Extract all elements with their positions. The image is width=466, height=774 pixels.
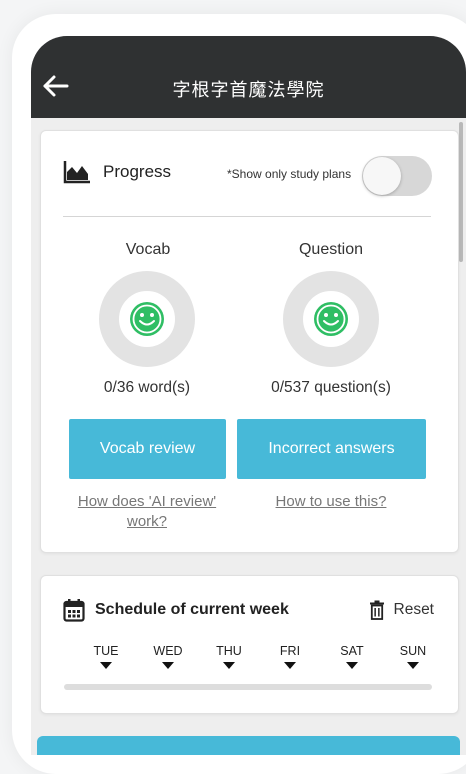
- how-to-use-link[interactable]: How to use this?: [246, 492, 416, 512]
- caret-down-icon: [407, 662, 419, 669]
- day-wed[interactable]: WED: [143, 644, 193, 669]
- progress-header: Progress: [63, 159, 171, 185]
- progress-card: Progress *Show only study plans Vocab Qu…: [40, 130, 459, 553]
- day-label: TUE: [93, 644, 119, 658]
- day-label: SUN: [399, 644, 427, 658]
- schedule-card: Schedule of current week Reset TUE WED T…: [40, 575, 459, 714]
- bottom-action-button[interactable]: [37, 736, 460, 755]
- smiley-icon: [130, 302, 164, 336]
- vocab-label: Vocab: [125, 241, 171, 258]
- caret-down-icon: [100, 662, 112, 669]
- trash-icon: [369, 600, 384, 620]
- day-thu[interactable]: THU: [204, 644, 254, 669]
- question-progress-ring: [283, 271, 379, 367]
- page-title: 字根字首魔法學院: [172, 80, 325, 100]
- caret-down-icon: [162, 662, 174, 669]
- schedule-header: Schedule of current week: [63, 598, 289, 622]
- calendar-icon: [63, 599, 85, 622]
- question-label: Question: [298, 241, 364, 258]
- toggle-knob: [363, 157, 401, 195]
- caret-down-icon: [223, 662, 235, 669]
- incorrect-answers-button[interactable]: Incorrect answers: [237, 419, 426, 479]
- caret-down-icon: [284, 662, 296, 669]
- day-label: WED: [153, 644, 183, 658]
- day-sun[interactable]: SUN: [388, 644, 438, 669]
- caret-down-icon: [346, 662, 358, 669]
- divider: [63, 216, 431, 217]
- day-label: FRI: [279, 644, 301, 658]
- day-label: SAT: [340, 644, 364, 658]
- vocab-review-button[interactable]: Vocab review: [69, 419, 226, 479]
- question-count: 0/537 question(s): [271, 379, 391, 396]
- week-progress-track: [64, 684, 432, 690]
- scrollbar[interactable]: [459, 122, 463, 262]
- day-fri[interactable]: FRI: [265, 644, 315, 669]
- reset-button[interactable]: Reset: [369, 600, 435, 620]
- day-label: THU: [216, 644, 242, 658]
- smiley-icon: [314, 302, 348, 336]
- reset-label: Reset: [393, 601, 435, 618]
- day-tue[interactable]: TUE: [81, 644, 131, 669]
- study-plan-toggle-label: *Show only study plans: [227, 167, 352, 181]
- schedule-title: Schedule of current week: [95, 601, 289, 618]
- area-chart-icon: [63, 161, 90, 184]
- vocab-progress-ring: [99, 271, 195, 367]
- study-plan-toggle[interactable]: [362, 156, 432, 196]
- app-bar: 字根字首魔法學院: [31, 36, 466, 118]
- day-sat[interactable]: SAT: [327, 644, 377, 669]
- week-days: TUE WED THU FRI SAT SUN: [81, 644, 449, 676]
- vocab-count: 0/36 word(s): [103, 379, 191, 396]
- ai-review-help-link[interactable]: How does 'AI review' work?: [66, 492, 228, 532]
- progress-title: Progress: [103, 162, 172, 181]
- app-screen: 字根字首魔法學院 Progress *Show only study plans…: [31, 36, 466, 755]
